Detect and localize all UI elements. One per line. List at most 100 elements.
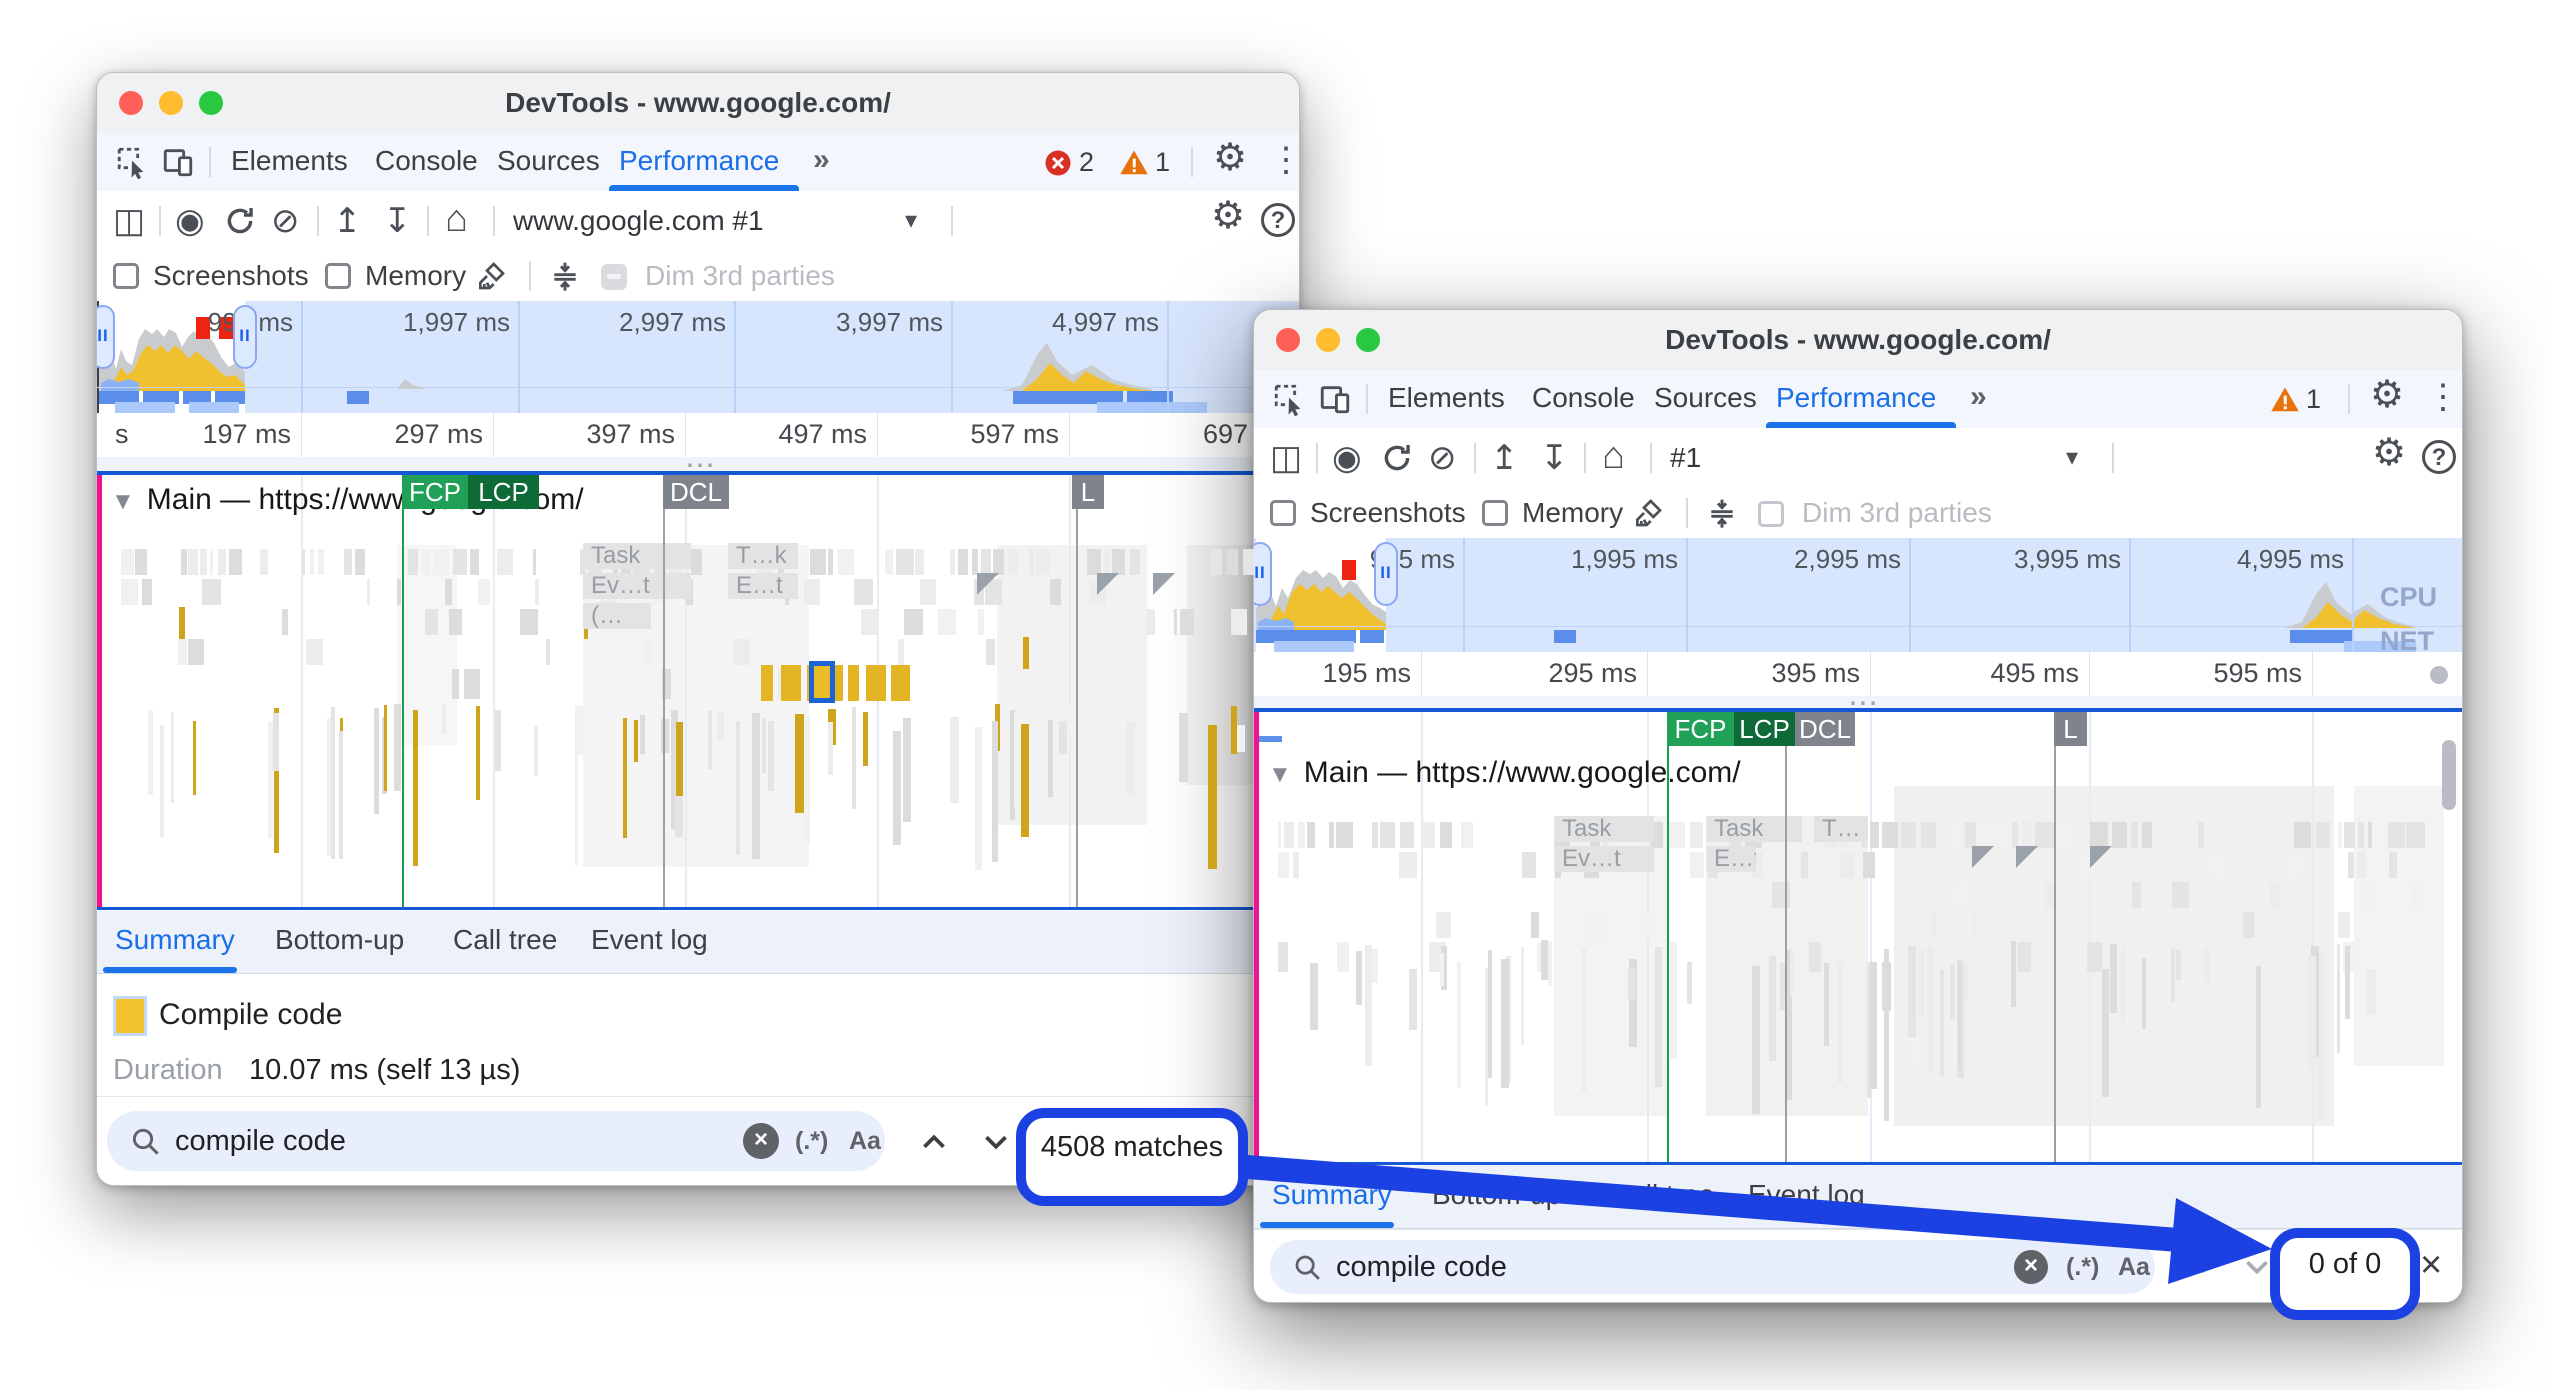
panel-resize-strip[interactable]: ⋯ <box>1254 696 2462 708</box>
gc-brush-icon[interactable] <box>1632 497 1664 529</box>
dcl-marker[interactable]: DCL <box>1795 712 1855 746</box>
save-profile-icon[interactable]: ↧ <box>383 204 412 238</box>
overview-right-handle[interactable]: II <box>1374 542 1398 606</box>
record-icon[interactable]: ◉ <box>175 204 205 238</box>
event-bar[interactable]: Ev…t <box>583 573 691 599</box>
screenshots-checkbox[interactable] <box>1270 500 1296 526</box>
close-search-icon[interactable]: × <box>2420 1248 2442 1282</box>
capture-settings-gear-icon[interactable]: ⚙ <box>1211 199 1245 233</box>
l-marker[interactable]: L <box>1072 475 1104 509</box>
tab-performance[interactable]: Performance <box>1776 370 1936 428</box>
collapse-sections-icon[interactable] <box>1706 497 1738 529</box>
clear-search-icon[interactable]: × <box>743 1123 779 1159</box>
inspect-icon[interactable] <box>115 145 149 179</box>
toggle-sidebar-icon[interactable]: ◫ <box>1270 441 1302 475</box>
flame-chart[interactable]: ▼Main — https://www.google.com/ Task T…k… <box>97 475 1299 907</box>
kebab-menu-icon[interactable]: ⋮ <box>2426 380 2460 414</box>
load-profile-icon[interactable]: ↥ <box>333 204 362 238</box>
regex-toggle[interactable]: (.*) <box>2066 1253 2099 1282</box>
task-bar[interactable]: T…k <box>728 543 798 569</box>
home-icon[interactable]: ⌂ <box>445 202 468 236</box>
overview-right-handle[interactable]: II <box>233 305 257 369</box>
task-bar[interactable]: Task <box>1706 816 1802 842</box>
load-profile-icon[interactable]: ↥ <box>1490 441 1519 475</box>
search-input-text[interactable]: compile code <box>1336 1251 1507 1284</box>
overview-left-handle[interactable]: II <box>1254 542 1272 606</box>
next-match-icon[interactable] <box>2238 1248 2276 1286</box>
tab-event-log[interactable]: Event log <box>591 911 708 969</box>
search-input-text[interactable]: compile code <box>175 1125 346 1158</box>
regex-toggle[interactable]: (.*) <box>795 1127 828 1156</box>
warning-badge[interactable]: 1 <box>2270 384 2321 415</box>
task-bar[interactable]: Task <box>583 543 691 569</box>
overview-left-handle[interactable]: II <box>97 305 115 369</box>
panel-resize-strip[interactable]: ⋯ <box>97 457 1299 471</box>
clear-search-icon[interactable]: × <box>2014 1250 2048 1284</box>
target-selector[interactable]: #1 <box>1670 428 1701 488</box>
task-bar[interactable]: Task <box>1554 816 1654 842</box>
tab-event-log[interactable]: Event log <box>1748 1166 1865 1224</box>
search-field[interactable]: compile code × (.*) Aa <box>107 1111 885 1171</box>
previous-match-icon[interactable] <box>2176 1248 2214 1286</box>
next-match-icon[interactable] <box>977 1123 1015 1161</box>
tab-performance[interactable]: Performance <box>619 133 779 191</box>
tab-bottom-up[interactable]: Bottom-up <box>1432 1166 1561 1224</box>
reload-icon[interactable] <box>223 204 257 238</box>
clear-icon[interactable]: ⊘ <box>271 204 300 238</box>
scrollbar-dot[interactable] <box>2430 666 2448 684</box>
event-bar[interactable]: E…t <box>728 573 798 599</box>
home-icon[interactable]: ⌂ <box>1602 439 1625 473</box>
tab-elements[interactable]: Elements <box>231 133 348 191</box>
warning-badge[interactable]: 1 <box>1119 147 1170 178</box>
match-case-toggle[interactable]: Aa <box>849 1127 881 1156</box>
settings-gear-icon[interactable]: ⚙ <box>1213 141 1247 175</box>
settings-gear-icon[interactable]: ⚙ <box>2370 378 2404 412</box>
l-marker[interactable]: L <box>2054 712 2087 746</box>
collapse-sections-icon[interactable] <box>549 260 581 292</box>
screenshots-checkbox[interactable] <box>113 263 139 289</box>
tab-bottom-up[interactable]: Bottom-up <box>275 911 404 969</box>
device-toolbar-icon[interactable] <box>161 145 195 179</box>
tab-sources[interactable]: Sources <box>1654 370 1757 428</box>
tab-console[interactable]: Console <box>375 133 478 191</box>
tab-sources[interactable]: Sources <box>497 133 600 191</box>
chevron-down-icon[interactable]: ▾ <box>905 191 917 251</box>
save-profile-icon[interactable]: ↧ <box>1540 441 1569 475</box>
chevron-down-icon[interactable]: ▾ <box>2066 428 2078 488</box>
inspect-icon[interactable] <box>1272 382 1306 416</box>
dim-3rd-parties-toggle[interactable] <box>601 264 627 290</box>
error-badge[interactable]: 2 <box>1043 147 1094 178</box>
clear-icon[interactable]: ⊘ <box>1428 441 1457 475</box>
dim-3rd-parties-checkbox[interactable] <box>1758 501 1784 527</box>
lcp-marker[interactable]: LCP <box>1734 712 1795 746</box>
record-icon[interactable]: ◉ <box>1332 441 1362 475</box>
device-toolbar-icon[interactable] <box>1318 382 1352 416</box>
search-field[interactable]: compile code × (.*) Aa <box>1270 1240 2155 1294</box>
lcp-marker[interactable]: LCP <box>468 475 539 509</box>
tab-call-tree[interactable]: Call tree <box>453 911 557 969</box>
dcl-marker[interactable]: DCL <box>663 475 729 509</box>
more-tabs-icon[interactable]: » <box>813 133 830 191</box>
timeline-overview[interactable]: CPU NET II II 995 ms1,995 ms2,995 ms3,99… <box>1254 538 2462 652</box>
tab-summary[interactable]: Summary <box>1272 1166 1392 1224</box>
target-selector[interactable]: www.google.com #1 <box>513 191 764 251</box>
task-bar[interactable]: T… <box>1814 816 1868 842</box>
memory-checkbox[interactable] <box>325 263 351 289</box>
main-thread-header[interactable]: ▼Main — https://www.google.com/ <box>1268 756 1741 790</box>
fcp-marker[interactable]: FCP <box>1667 712 1734 746</box>
flame-chart[interactable]: ▼Main — https://www.google.com/ Task Tas… <box>1254 712 2462 1162</box>
tab-console[interactable]: Console <box>1532 370 1635 428</box>
tab-call-tree[interactable]: Call tree <box>1610 1166 1714 1224</box>
fcp-marker[interactable]: FCP <box>402 475 468 509</box>
memory-checkbox[interactable] <box>1482 500 1508 526</box>
match-case-toggle[interactable]: Aa <box>2118 1253 2150 1282</box>
previous-match-icon[interactable] <box>915 1123 953 1161</box>
capture-settings-gear-icon[interactable]: ⚙ <box>2372 436 2406 470</box>
anonymous-bar[interactable]: (… <box>583 603 651 629</box>
event-bar[interactable]: Ev…t <box>1554 846 1654 872</box>
gc-brush-icon[interactable] <box>475 260 507 292</box>
kebab-menu-icon[interactable]: ⋮ <box>1269 143 1300 177</box>
scrollbar-thumb[interactable] <box>2442 740 2456 810</box>
reload-icon[interactable] <box>1380 441 1414 475</box>
timeline-overview[interactable]: II II 997 ms1,997 ms2,997 ms3,997 ms4,99… <box>97 301 1299 413</box>
